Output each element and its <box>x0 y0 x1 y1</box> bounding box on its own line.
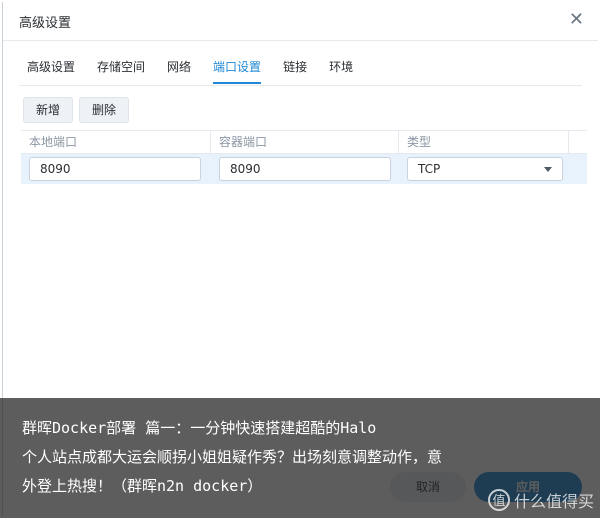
delete-button[interactable]: 删除 <box>79 97 130 123</box>
local-port-input[interactable]: 8090 <box>29 157 201 181</box>
tab-environment[interactable]: 环境 <box>329 58 353 84</box>
chevron-down-icon <box>544 167 552 172</box>
watermark-logo-icon: 值 <box>487 489 510 511</box>
table-row[interactable]: 8090 8090 TCP <box>21 154 587 184</box>
dialog-titlebar: 高级设置 ✕ <box>3 2 598 41</box>
tab-network[interactable]: 网络 <box>167 58 191 84</box>
watermark: 值 什么值得买 <box>487 488 594 512</box>
tab-bar: 高级设置 存储空间 网络 端口设置 链接 环境 <box>27 58 375 84</box>
tab-links[interactable]: 链接 <box>283 58 307 84</box>
tab-advanced-settings[interactable]: 高级设置 <box>27 58 75 84</box>
column-header-local-port[interactable]: 本地端口 <box>21 131 211 153</box>
tab-divider <box>19 85 582 86</box>
close-icon[interactable]: ✕ <box>569 10 584 30</box>
protocol-select-value: TCP <box>418 162 441 176</box>
column-header-type[interactable]: 类型 <box>399 131 569 153</box>
container-port-cell: 8090 <box>211 157 399 181</box>
type-cell: TCP <box>399 157 569 181</box>
caption-line-1: 群晖Docker部署 篇一：一分钟快速搭建超酷的Halo <box>22 419 377 437</box>
tab-port-settings[interactable]: 端口设置 <box>213 58 262 84</box>
local-port-cell: 8090 <box>21 157 211 181</box>
table-toolbar: 新增 删除 <box>23 97 135 123</box>
protocol-select[interactable]: TCP <box>407 157 563 181</box>
port-table-header: 本地端口 容器端口 类型 <box>21 130 587 154</box>
add-button[interactable]: 新增 <box>23 97 74 123</box>
dialog-title: 高级设置 <box>19 16 72 31</box>
container-port-input[interactable]: 8090 <box>219 157 391 181</box>
column-header-spacer <box>569 131 587 153</box>
tab-storage[interactable]: 存储空间 <box>97 58 145 84</box>
caption-line-2: 个人站点成都大运会顺拐小姐姐疑作秀？出场刻意调整动作，意 <box>22 448 443 466</box>
column-header-container-port[interactable]: 容器端口 <box>211 131 399 153</box>
watermark-text: 什么值得买 <box>513 492 594 511</box>
